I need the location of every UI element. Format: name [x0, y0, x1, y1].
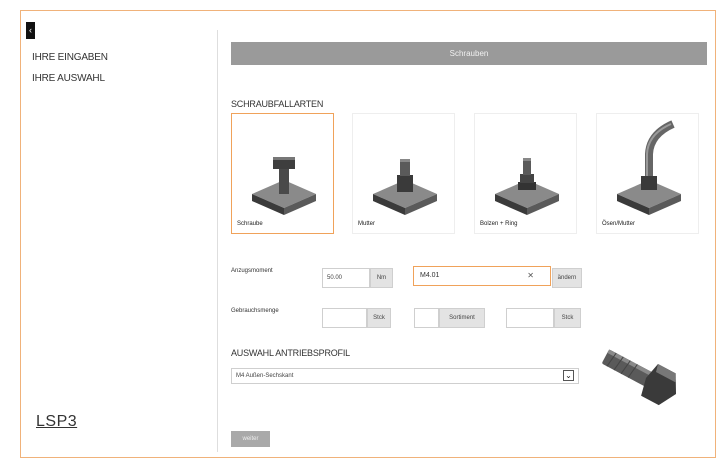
- size-select[interactable]: M4.01 ✕: [413, 266, 551, 286]
- gebrauchsmenge-label: Gebrauchsmenge: [231, 308, 279, 314]
- case-card-schraube[interactable]: Schraube: [231, 113, 334, 234]
- stud-plate-icon: [495, 158, 559, 215]
- quantity-field-3[interactable]: [506, 308, 554, 328]
- top-bar[interactable]: Schrauben: [231, 42, 707, 65]
- quantity-field-1[interactable]: [322, 308, 367, 328]
- change-button[interactable]: ändern: [552, 268, 582, 288]
- unit-button-2[interactable]: Sortiment: [439, 308, 485, 328]
- sidebar-item-eingaben[interactable]: IHRE EINGABEN: [32, 52, 108, 63]
- clear-icon[interactable]: ✕: [527, 267, 534, 285]
- quantity-field-2[interactable]: [414, 308, 439, 328]
- card-label: Schraube: [237, 221, 263, 227]
- chevron-down-icon[interactable]: ⌄: [563, 370, 574, 381]
- nut-plate-icon: [373, 159, 437, 215]
- bolt-plate-icon: [252, 157, 316, 215]
- next-button[interactable]: weiter: [231, 431, 270, 447]
- section-heading-antrieb: AUSWAHL ANTRIEBSPROFIL: [231, 348, 350, 358]
- unit-button-nm[interactable]: Nm: [370, 268, 393, 288]
- hook-plate-icon: [617, 120, 681, 215]
- sidebar-divider: [217, 30, 218, 452]
- hex-bolt-image: [602, 349, 677, 406]
- unit-button-1[interactable]: Stck: [367, 308, 391, 328]
- drive-profile-value: M4 Außen-Sechskant: [236, 373, 294, 379]
- sidebar: IHRE EINGABEN IHRE AUSWAHL: [32, 52, 108, 94]
- size-select-value: M4.01: [420, 272, 440, 279]
- card-label: Bolzen + Ring: [480, 221, 518, 227]
- anzugsmoment-label: Anzugsmoment: [231, 268, 273, 274]
- sidebar-item-auswahl[interactable]: IHRE AUSWAHL: [32, 73, 108, 84]
- card-label: Ösen/Mutter: [602, 221, 636, 227]
- collapse-sidebar-button[interactable]: ‹: [26, 22, 35, 39]
- logo-text: LSP3: [36, 413, 78, 430]
- anzugsmoment-input[interactable]: 50.00: [322, 268, 370, 288]
- logo: LSP3: [36, 413, 77, 431]
- case-card-bolzen[interactable]: Bolzen + Ring: [474, 113, 577, 234]
- card-label: Mutter: [358, 221, 376, 227]
- section-heading-schraubfall: SCHRAUBFALLARTEN: [231, 99, 324, 109]
- unit-button-3[interactable]: Stck: [554, 308, 581, 328]
- case-card-oesen[interactable]: Ösen/Mutter: [596, 113, 699, 234]
- drive-profile-select[interactable]: M4 Außen-Sechskant ⌄: [231, 368, 579, 384]
- case-card-mutter[interactable]: Mutter: [352, 113, 455, 234]
